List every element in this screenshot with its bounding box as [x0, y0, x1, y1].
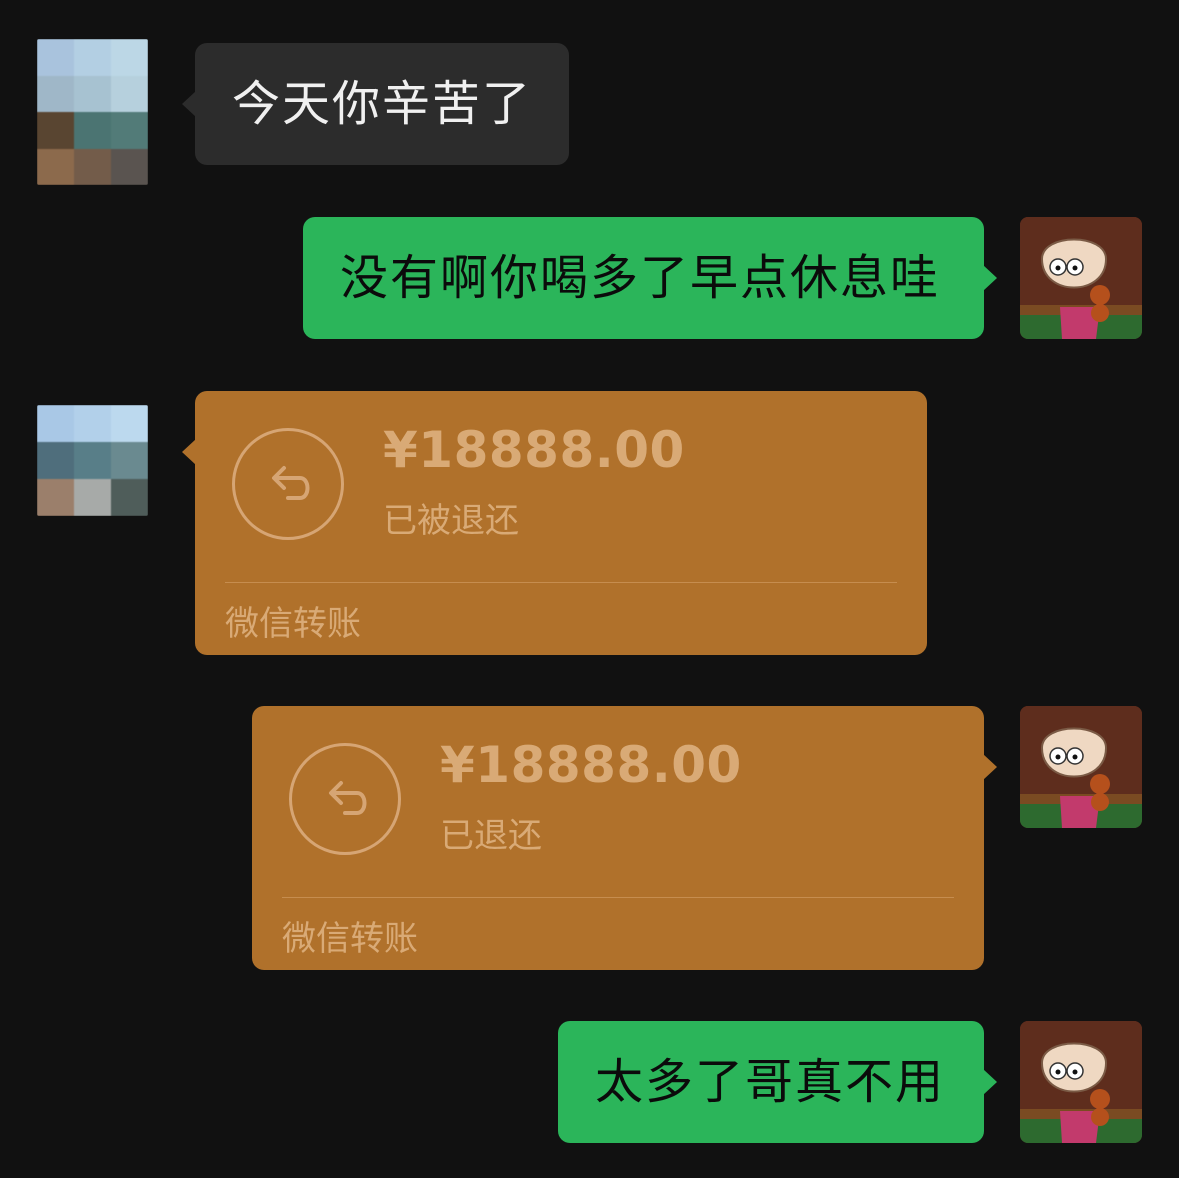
return-arrow-icon: [289, 743, 401, 855]
transfer-card-outgoing[interactable]: ¥18888.00 已退还 微信转账: [252, 706, 997, 970]
transfer-status: 已退还: [440, 816, 542, 856]
my-avatar[interactable]: [1020, 706, 1142, 828]
transfer-amount: ¥18888.00: [383, 421, 685, 479]
message-text: 太多了哥真不用: [595, 1054, 946, 1110]
my-avatar[interactable]: [1020, 217, 1142, 339]
message-bubble-outgoing[interactable]: 没有啊你喝多了早点休息哇: [303, 217, 997, 339]
transfer-footer-label: 微信转账: [282, 919, 418, 959]
contact-avatar[interactable]: [37, 405, 148, 516]
return-arrow-icon: [232, 428, 344, 540]
card-divider: [225, 582, 897, 583]
message-bubble-outgoing[interactable]: 太多了哥真不用: [558, 1021, 997, 1143]
transfer-card-incoming[interactable]: ¥18888.00 已被退还 微信转账: [182, 391, 927, 655]
message-text: 没有啊你喝多了早点休息哇: [340, 250, 941, 306]
cartoon-avatar-icon: [1020, 1021, 1142, 1143]
transfer-status: 已被退还: [383, 501, 519, 541]
transfer-footer-label: 微信转账: [225, 604, 361, 644]
cartoon-avatar-icon: [1020, 217, 1142, 339]
card-divider: [282, 897, 954, 898]
transfer-amount: ¥18888.00: [440, 736, 742, 794]
message-bubble-incoming[interactable]: 今天你辛苦了: [181, 43, 570, 165]
cartoon-avatar-icon: [1020, 706, 1142, 828]
my-avatar[interactable]: [1020, 1021, 1142, 1143]
contact-avatar[interactable]: [37, 39, 148, 185]
message-text: 今天你辛苦了: [232, 76, 533, 132]
